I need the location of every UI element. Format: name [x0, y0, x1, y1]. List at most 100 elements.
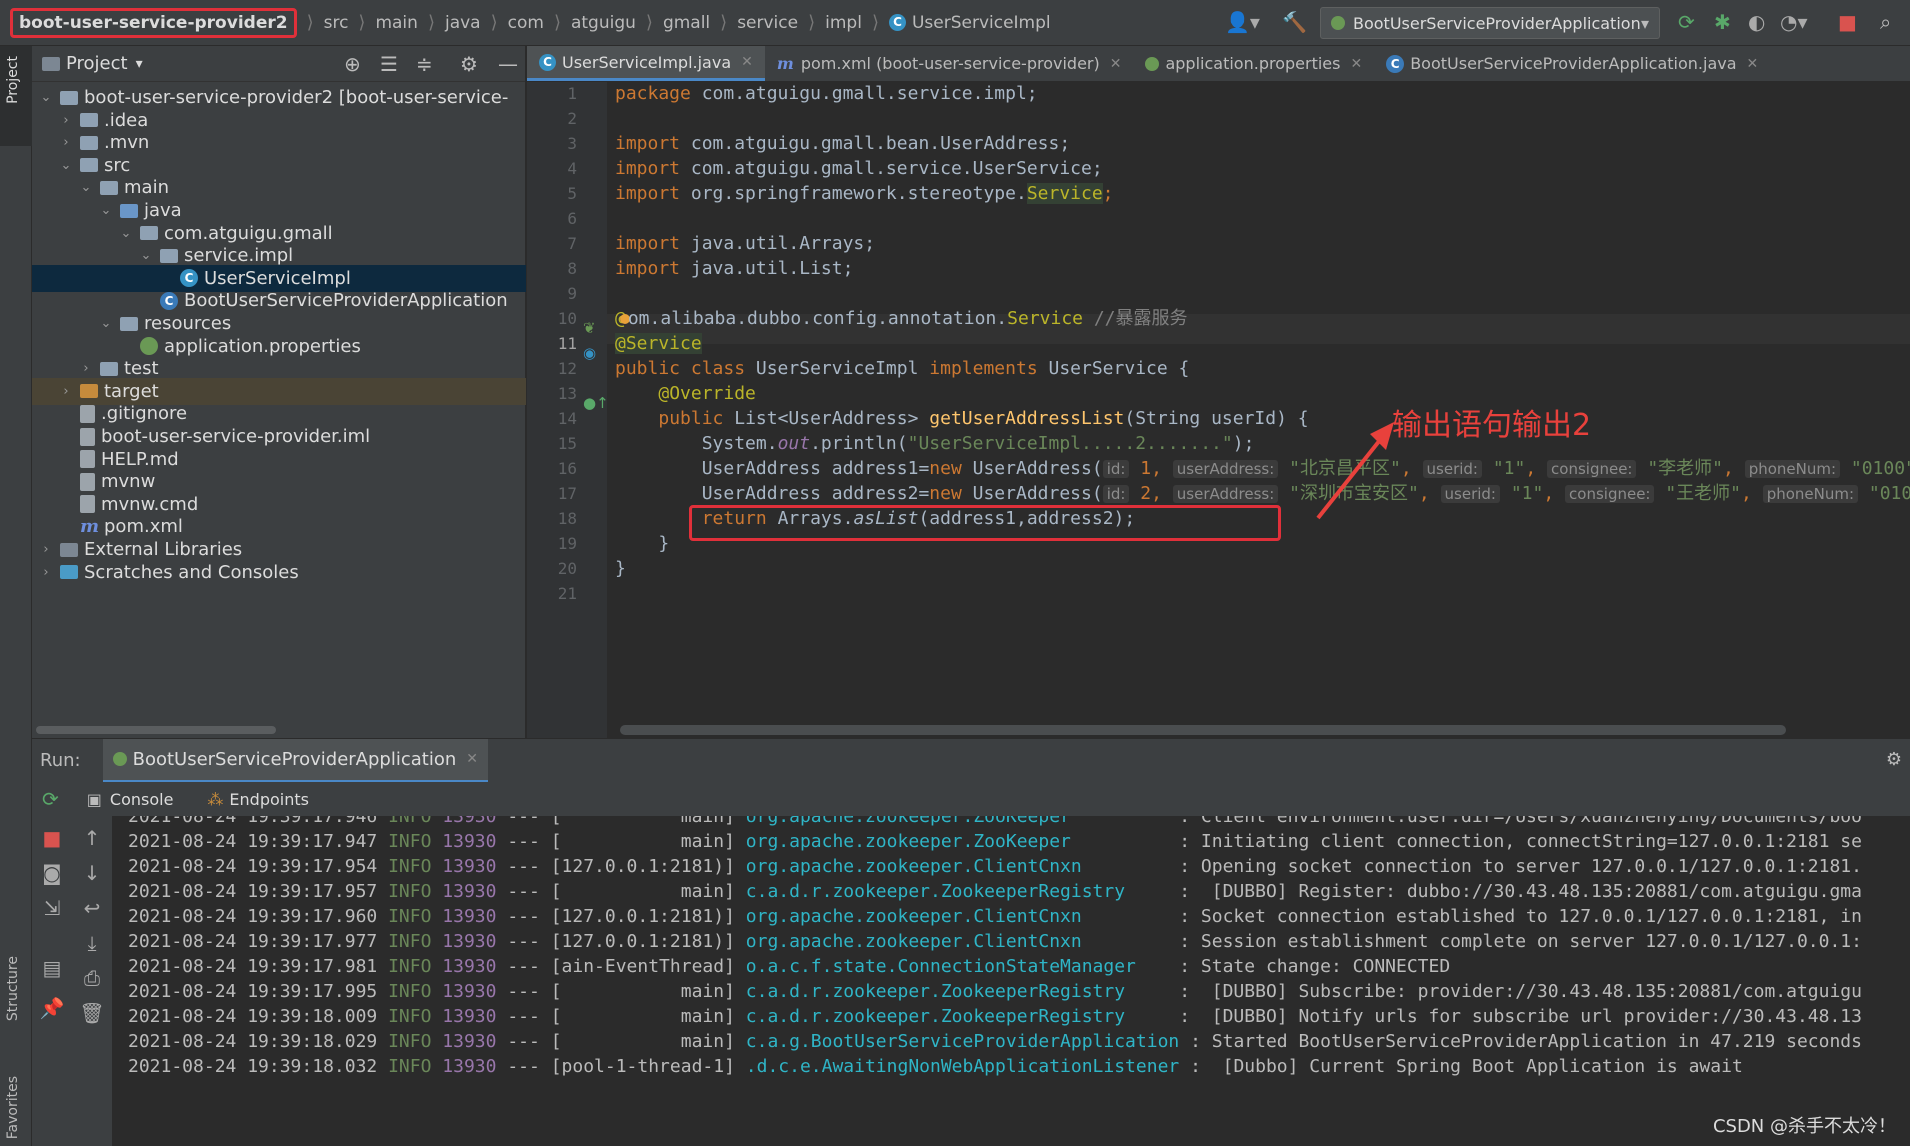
user-icon[interactable]: 👤▾ [1225, 12, 1260, 32]
chevron-right-icon[interactable]: › [38, 565, 54, 580]
tab-console[interactable]: ▣ Console [87, 790, 174, 809]
log-logger[interactable]: org.apache.zookeeper.ZooKeeper [746, 831, 1169, 852]
breadcrumb-current[interactable]: C UserServiceImpl [888, 13, 1051, 33]
close-icon[interactable]: ✕ [1350, 56, 1362, 72]
breadcrumb-src[interactable]: src [324, 13, 349, 33]
chevron-right-icon[interactable]: › [58, 135, 74, 150]
project-tool-window-button[interactable]: Project [0, 46, 32, 146]
camera-icon[interactable]: ◙ [32, 861, 72, 885]
rerun-icon[interactable]: ⟳ [42, 787, 59, 811]
log-logger[interactable]: o.a.c.f.state.ConnectionStateManager [746, 956, 1169, 977]
tab-pom-xml[interactable]: m pom.xml (boot-user-service-provider) ✕ [765, 46, 1134, 81]
chevron-right-icon[interactable]: › [58, 384, 74, 399]
locate-icon[interactable]: ⊕ [344, 52, 361, 76]
implements-method-icon[interactable]: ●↑ [583, 394, 609, 412]
tab-endpoints[interactable]: ⁂ Endpoints [207, 790, 309, 809]
log-level: INFO [388, 881, 432, 902]
tree-item-label: java [144, 200, 182, 221]
project-title[interactable]: Project [66, 53, 128, 74]
run-config-tab[interactable]: BootUserServiceProviderApplication ✕ [102, 738, 488, 783]
editor-gutter[interactable]: 1 2 3 4 5 6 7 8 9 10 11 12 13 14 15 16 17 18 19 20 21 ❦ ◉ ●↑ [527, 82, 609, 738]
log-logger[interactable]: org.apache.zookeeper.ZooKeeper [746, 816, 1169, 827]
rerun-icon[interactable]: ⟳ [1678, 12, 1695, 32]
search-icon[interactable]: ⌕ [1880, 12, 1891, 32]
ide-window: boot-user-service-provider2 ⟩ src ⟩ main… [0, 0, 1910, 1146]
log-logger[interactable]: c.a.d.r.zookeeper.ZookeeperRegistry [746, 981, 1169, 1002]
stop-icon[interactable]: ■ [1838, 12, 1857, 32]
chevron-down-icon[interactable]: ⌄ [98, 203, 114, 218]
excluded-folder-icon [80, 384, 98, 399]
trash-icon[interactable]: 🗑 [72, 1001, 112, 1025]
chevron-down-icon[interactable]: ⌄ [58, 158, 74, 173]
code-editor[interactable]: package com.atguigu.gmall.service.impl; … [607, 82, 1910, 738]
profile-icon[interactable]: ◔▾ [1780, 12, 1808, 32]
tab-application-properties[interactable]: application.properties ✕ [1133, 46, 1374, 81]
breadcrumb-gmall[interactable]: gmall [663, 13, 710, 33]
chevron-down-icon[interactable]: ⌄ [98, 316, 114, 331]
exit-icon[interactable]: ⇲ [32, 896, 72, 920]
tab-userserviceimpl[interactable]: C UserServiceImpl.java ✕ [527, 46, 765, 81]
log-ts: 2021-08-24 19:39:18.009 [128, 1006, 378, 1027]
structure-tool-label[interactable]: Structure [5, 956, 21, 1021]
line-number: 18 [557, 509, 577, 528]
soft-wrap-icon[interactable]: ↩ [72, 896, 112, 920]
stop-icon[interactable]: ■ [32, 826, 72, 850]
tree-item-label: mvnw [101, 471, 156, 493]
chevron-down-icon[interactable]: ⌄ [138, 248, 154, 263]
close-icon[interactable]: ✕ [741, 54, 753, 70]
log-ts: 2021-08-24 19:39:17.995 [128, 981, 378, 1002]
log-logger[interactable]: org.apache.zookeeper.ClientCnxn [746, 931, 1169, 952]
folder-icon [100, 180, 118, 195]
tree-item[interactable]: › Scratches and Consoles [32, 559, 526, 586]
chevron-down-icon[interactable]: ▾ [136, 56, 143, 72]
breadcrumb-com[interactable]: com [508, 13, 544, 33]
spring-bean-icon[interactable]: ◉ [583, 344, 596, 362]
line-number: 1 [567, 84, 577, 103]
console-output[interactable]: 2021-08-24 19:39:17.946 INFO 13930 --- [… [112, 816, 1910, 1146]
chevron-down-icon[interactable]: ⌄ [78, 180, 94, 195]
favorites-tool-label[interactable]: Favorites [5, 1076, 21, 1139]
arrow-down-icon[interactable]: ↓ [72, 861, 112, 885]
debug-icon[interactable]: ✱ [1714, 12, 1731, 32]
arrow-up-icon[interactable]: ↑ [72, 826, 112, 850]
chevron-down-icon[interactable]: ⌄ [118, 226, 134, 241]
gear-icon[interactable]: ⚙ [1886, 749, 1902, 770]
log-logger[interactable]: c.a.d.r.zookeeper.ZookeeperRegistry [746, 1006, 1169, 1027]
close-icon[interactable]: ✕ [466, 751, 478, 767]
breadcrumb-java[interactable]: java [445, 13, 481, 33]
close-icon[interactable]: ✕ [1110, 56, 1122, 72]
collapse-all-icon[interactable]: ≑ [416, 52, 433, 76]
breadcrumb-project[interactable]: boot-user-service-provider2 [10, 7, 297, 38]
tab-bootapplication[interactable]: C BootUserServiceProviderApplication.jav… [1374, 46, 1770, 81]
project-view-icon [42, 56, 60, 71]
chevron-right-icon[interactable]: › [78, 361, 94, 376]
breadcrumb-service[interactable]: service [737, 13, 798, 33]
breadcrumb-impl[interactable]: impl [825, 13, 862, 33]
bean-icon[interactable]: ❦ [583, 319, 596, 337]
expand-all-icon[interactable]: ☰ [380, 52, 398, 76]
log-logger[interactable]: .d.c.e.AwaitingNonWebApplicationListener [746, 1056, 1179, 1077]
horizontal-scrollbar[interactable] [36, 726, 276, 734]
chevron-right-icon: ⟩ [871, 12, 879, 33]
log-logger[interactable]: c.a.d.r.zookeeper.ZookeeperRegistry [746, 881, 1169, 902]
build-hammer-icon[interactable]: 🔨 [1282, 12, 1307, 32]
chevron-right-icon[interactable]: › [58, 113, 74, 128]
log-logger[interactable]: org.apache.zookeeper.ClientCnxn [746, 856, 1169, 877]
breadcrumb-atguigu[interactable]: atguigu [571, 13, 636, 33]
layout-icon[interactable]: ▤ [32, 956, 72, 980]
chevron-right-icon[interactable]: › [38, 542, 54, 557]
gear-icon[interactable]: ⚙ [460, 52, 478, 76]
run-configuration-select[interactable]: BootUserServiceProviderApplication ▾ [1320, 7, 1660, 39]
log-logger[interactable]: c.a.g.BootUserServiceProviderApplication [746, 1031, 1179, 1052]
breadcrumb-main[interactable]: main [375, 13, 417, 33]
scroll-to-end-icon[interactable]: ⤓ [72, 931, 112, 955]
editor-horizontal-scrollbar[interactable] [620, 725, 1786, 735]
log-logger[interactable]: org.apache.zookeeper.ClientCnxn [746, 906, 1169, 927]
close-icon[interactable]: ✕ [1747, 56, 1759, 72]
minimize-icon[interactable]: — [498, 52, 518, 76]
tab-endpoints-label: Endpoints [229, 789, 309, 809]
pin-icon[interactable]: 📌 [32, 996, 72, 1020]
chevron-down-icon[interactable]: ⌄ [38, 90, 54, 105]
coverage-icon[interactable]: ◐ [1748, 12, 1765, 32]
print-icon[interactable]: ⎙ [72, 966, 112, 990]
